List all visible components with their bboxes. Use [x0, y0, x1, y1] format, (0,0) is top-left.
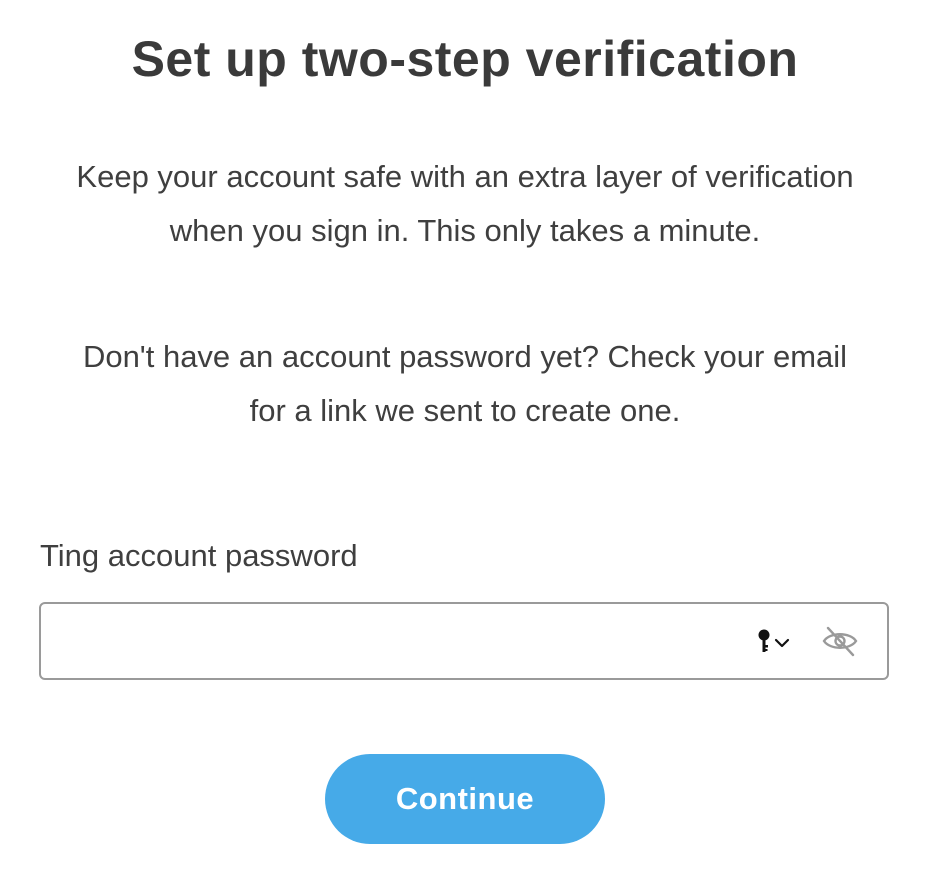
password-input[interactable] [41, 604, 741, 678]
no-password-paragraph: Don't have an account password yet? Chec… [82, 339, 848, 428]
password-field-label: Ting account password [40, 538, 358, 573]
eye-slash-icon[interactable] [821, 624, 859, 658]
two-step-setup-page: Set up two-step verification Keep your a… [0, 0, 946, 872]
key-autofill-icon[interactable] [755, 626, 795, 658]
intro-paragraph: Keep your account safe with an extra lay… [76, 159, 854, 248]
page-title: Set up two-step verification [131, 31, 799, 87]
continue-button[interactable]: Continue [325, 754, 605, 844]
password-field-container [39, 602, 889, 680]
